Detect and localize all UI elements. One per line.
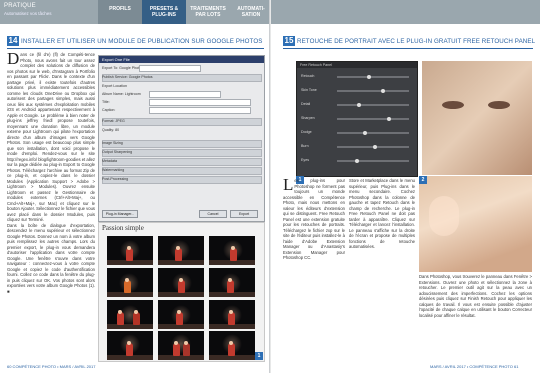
slider-knob[interactable] <box>373 145 377 149</box>
slider-label: Retouch <box>301 74 315 78</box>
export-dialog-screenshot: Export One File Export To: Google Photos… <box>98 55 265 222</box>
section-title: PRATIQUE <box>4 3 36 9</box>
photo-thumbnail[interactable] <box>107 268 153 297</box>
page-footer-left: 60 COMPÉTENCE PHOTO • MARS / AVRIL 2017 <box>7 364 96 369</box>
google-photos-album: Passion simple <box>98 222 265 362</box>
article-number-15: 15 <box>283 36 295 46</box>
left-text-column: Dans ce (fil d'e) (fl) de Compéti-tence … <box>7 52 95 362</box>
section-subtitle: Automatisez vos tâches <box>4 11 52 16</box>
photo-thumbnail[interactable] <box>107 236 153 265</box>
export-to-select[interactable] <box>139 65 201 72</box>
slider-track[interactable] <box>337 132 409 134</box>
photo-thumbnail[interactable] <box>209 268 255 297</box>
slider-knob[interactable] <box>367 75 371 79</box>
photo-thumbnail[interactable] <box>107 300 153 329</box>
dialog-row: Caption: <box>102 108 116 112</box>
dialog-row: Publish Service: Google Photos <box>102 75 153 79</box>
album-name-field[interactable] <box>149 91 221 98</box>
dialog-title: Export One File <box>99 56 264 63</box>
slider-track[interactable] <box>337 160 409 162</box>
article-heading-14: INSTALLER ET UTILISER UN MODULE DE PUBLI… <box>21 38 263 45</box>
dialog-row: Format: JPEG <box>102 119 125 123</box>
slider-knob[interactable] <box>357 103 361 107</box>
right-text-column-2: Store et Marketplace dans le menu supéri… <box>349 178 415 362</box>
slider-track[interactable] <box>337 104 409 106</box>
dialog-row: Metadata <box>102 159 117 163</box>
dialog-row: Title: <box>102 100 110 104</box>
right-text-column-1: Les plug-ins pour Photoshop ne forment p… <box>283 178 345 362</box>
right-text-column-3: Dans Photoshop, vous trouverez le pannea… <box>419 274 532 362</box>
dialog-row: Image Sizing <box>102 141 123 145</box>
slider-knob[interactable] <box>363 131 367 135</box>
slider-label: Sharpen <box>301 116 315 120</box>
slider-knob[interactable] <box>387 117 391 121</box>
free-retouch-panel-screenshot: Free Retouch Panel Retouch Skin Tone Det… <box>296 61 418 177</box>
dialog-section-bar <box>102 158 262 166</box>
section-header: PRATIQUE Automatisez vos tâches <box>0 0 98 24</box>
slider-track[interactable] <box>337 90 409 92</box>
slider-track[interactable] <box>337 118 409 120</box>
tab-presets-plugins[interactable]: PRESETS & PLUG-INS <box>142 0 186 24</box>
tab-profils[interactable]: PROFILS <box>98 0 142 24</box>
panel-title: Free Retouch Panel <box>297 62 417 68</box>
drop-cap: L <box>283 178 294 194</box>
slider-knob[interactable] <box>355 159 359 163</box>
dialog-row: Quality: 80 <box>102 128 120 132</box>
slider-label: Eyes <box>301 158 309 162</box>
dialog-row: Album Name: Lightroom <box>102 92 141 96</box>
slider-track[interactable] <box>337 76 409 78</box>
photo-thumbnail[interactable] <box>209 331 255 360</box>
dialog-row: Post-Processing <box>102 177 129 181</box>
dialog-row: Watermarking <box>102 168 125 172</box>
eye-detail <box>488 101 510 109</box>
body-text: Dans Photoshop, vous trouverez le pannea… <box>419 274 532 318</box>
photo-thumbnail[interactable] <box>209 300 255 329</box>
article-number-14: 14 <box>7 36 19 46</box>
slider-label: Burn <box>301 144 309 148</box>
page-spine <box>269 0 271 373</box>
right-header-band <box>271 0 540 24</box>
dialog-row: Output Sharpening <box>102 150 133 154</box>
callout-2: 2 <box>419 176 427 184</box>
slider-label: Dodge <box>301 130 312 134</box>
tab-automatisation[interactable]: AUTOMATI-SATION <box>230 0 272 24</box>
photo-thumbnail[interactable] <box>107 331 153 360</box>
dialog-row: Export Location <box>102 84 127 88</box>
dialog-section-bar <box>102 140 262 148</box>
export-button[interactable]: Export <box>230 210 258 218</box>
dialog-section-bar <box>102 167 262 175</box>
slider-knob[interactable] <box>381 89 385 93</box>
slider-label: Skin Tone <box>301 88 317 92</box>
tab-traitements[interactable]: TRAITEMENTS PAR LOTS <box>186 0 230 24</box>
page-footer-right: MARS / AVRIL 2017 • COMPÉTENCE PHOTO 61 <box>430 364 519 369</box>
photo-thumbnail[interactable] <box>209 236 255 265</box>
cancel-button[interactable]: Cancel <box>199 210 227 218</box>
photo-thumbnail[interactable] <box>158 268 204 297</box>
album-title: Passion simple <box>102 224 144 232</box>
body-text: Store et Marketplace dans le menu supéri… <box>349 178 415 249</box>
dialog-row: Export To: Google Photos <box>102 66 143 70</box>
slider-label: Detail <box>301 102 311 106</box>
eye-detail <box>442 101 464 109</box>
skin-detail <box>429 196 459 236</box>
heading-rule <box>7 48 264 49</box>
article-heading-15: RETOUCHE DE PORTRAIT AVEC LE PLUG-IN GRA… <box>297 38 536 45</box>
body-text-1: ans ce (fil d'e) (fl) de Compéti-tence P… <box>7 52 95 222</box>
portrait-photo-after <box>419 176 532 272</box>
photo-thumbnail[interactable] <box>158 236 204 265</box>
magazine-spread: PRATIQUE Automatisez vos tâches PROFILS … <box>0 0 540 373</box>
title-field[interactable] <box>149 99 251 106</box>
heading-rule <box>283 48 533 49</box>
drop-cap: D <box>7 52 20 68</box>
dialog-section-bar <box>102 118 262 126</box>
photo-thumbnail[interactable] <box>158 331 204 360</box>
portrait-photo-before <box>422 61 532 175</box>
photo-thumbnail[interactable] <box>158 300 204 329</box>
callout-1: 1 <box>255 352 263 360</box>
caption-field[interactable] <box>149 107 251 114</box>
plugin-manager-button[interactable]: Plug-in Manager... <box>102 210 138 218</box>
body-text-2: Dans la boîte de dialogue d'exportation,… <box>7 222 95 294</box>
